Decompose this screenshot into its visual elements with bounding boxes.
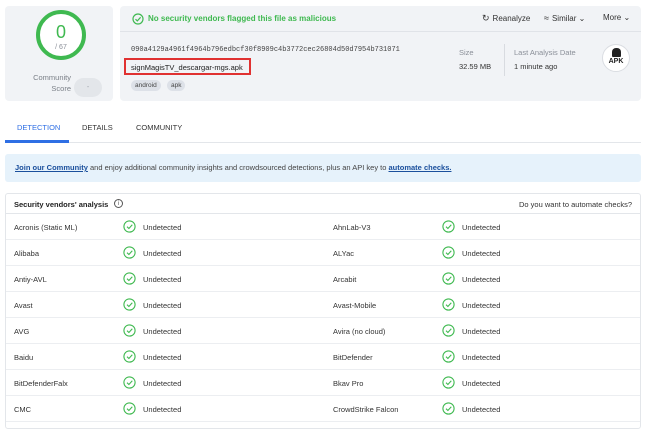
vendor-result: Undetected xyxy=(462,405,501,414)
size-label: Size xyxy=(459,48,474,57)
tag-apk[interactable]: apk xyxy=(167,80,186,91)
similar-button[interactable]: ≈ Similar ⌄ xyxy=(544,13,585,23)
vendor-name: AVG xyxy=(14,327,30,336)
vendor-result: Undetected xyxy=(143,223,182,232)
chevron-down-icon: ⌄ xyxy=(621,13,631,22)
vendor-result: Undetected xyxy=(143,353,182,362)
vendor-name: BitDefender xyxy=(333,353,373,362)
active-tab-indicator xyxy=(5,140,69,143)
vendor-name: AhnLab-V3 xyxy=(333,223,371,232)
vendor-name: Avira (no cloud) xyxy=(333,327,386,336)
vendor-name: Avast-Mobile xyxy=(333,301,377,310)
apk-file-type-icon: APK xyxy=(602,44,630,72)
check-circle-icon xyxy=(123,324,136,337)
vendor-name: CMC xyxy=(14,405,32,414)
vendor-name: Avast xyxy=(14,301,33,310)
table-row: BitDefenderFalx Undetected Bkav Pro Undetec… xyxy=(6,371,640,396)
check-circle-icon xyxy=(442,246,455,259)
community-vote-pill[interactable]: - xyxy=(74,78,102,97)
tab-bar: DETECTION DETAILS COMMUNITY xyxy=(5,113,641,143)
more-button[interactable]: More ⌄ xyxy=(603,13,630,22)
table-row: Alibaba Undetected ALYac Undetected xyxy=(6,241,640,266)
table-row: Avast Undetected Avast-Mobile Undetected xyxy=(6,293,640,318)
check-circle-icon xyxy=(123,402,136,415)
vendor-result: Undetected xyxy=(143,301,182,310)
detection-count: 0 xyxy=(55,22,66,42)
vendor-result: Undetected xyxy=(462,379,501,388)
table-row: Baidu Undetected BitDefender Undetected xyxy=(6,345,640,370)
verdict-bar: No security vendors flagged this file as… xyxy=(120,6,641,32)
table-row: CMC Undetected CrowdStrike Falcon Undetecte… xyxy=(6,397,640,422)
banner-text: and enjoy additional community insights … xyxy=(87,163,389,172)
check-circle-icon xyxy=(442,376,455,389)
tab-detection[interactable]: DETECTION xyxy=(17,123,60,132)
check-circle-icon xyxy=(442,272,455,285)
similar-icon: ≈ xyxy=(544,13,549,23)
join-community-link[interactable]: Join our Community xyxy=(15,163,88,172)
vendor-result: Undetected xyxy=(462,301,501,310)
vendor-result: Undetected xyxy=(143,275,182,284)
check-circle-icon xyxy=(442,220,455,233)
table-row: Acronis (Static ML) Undetected AhnLab-V3 Un… xyxy=(6,215,640,240)
meta-divider xyxy=(504,44,505,76)
refresh-icon: ↻ xyxy=(482,13,490,23)
reanalyze-button[interactable]: ↻ Reanalyze xyxy=(482,13,530,24)
verdict-message: No security vendors flagged this file as… xyxy=(148,14,337,23)
tag-android[interactable]: android xyxy=(131,80,161,91)
tab-community[interactable]: COMMUNITY xyxy=(136,123,182,132)
check-circle-icon xyxy=(123,298,136,311)
last-analysis-value: 1 minute ago xyxy=(514,62,558,71)
vendor-name: Baidu xyxy=(14,353,34,362)
vendor-name: Acronis (Static ML) xyxy=(14,223,78,232)
vendor-result: Undetected xyxy=(143,327,182,336)
vendor-name: Alibaba xyxy=(14,249,40,258)
chevron-down-icon: ⌄ xyxy=(576,14,586,23)
vendor-result: Undetected xyxy=(462,275,501,284)
community-banner: Join our Community and enjoy additional … xyxy=(5,154,641,182)
automate-checks-question[interactable]: Do you want to automate checks? xyxy=(519,200,632,209)
check-circle-icon xyxy=(123,350,136,363)
table-row: Antiy-AVL Undetected Arcabit Undetected xyxy=(6,267,640,292)
vendor-name: Bkav Pro xyxy=(333,379,364,388)
detection-total: / 67 xyxy=(55,44,67,51)
check-circle-icon xyxy=(442,298,455,311)
file-name: signMagisTV_descargar-mgs.apk xyxy=(131,63,243,72)
vendor-name: ALYac xyxy=(333,249,354,258)
vendors-analysis-table: Security vendors' analysis i Do you want… xyxy=(5,193,641,429)
file-hash[interactable]: 090a4129a4961f4964b796edbcf30f8909c4b377… xyxy=(131,46,400,54)
vendor-result: Undetected xyxy=(462,249,501,258)
vendor-result: Undetected xyxy=(143,249,182,258)
vendor-name: BitDefenderFalx xyxy=(14,379,68,388)
automate-checks-link[interactable]: automate checks. xyxy=(389,163,452,172)
community-score-label: Community Score xyxy=(33,73,71,93)
check-circle-icon xyxy=(442,324,455,337)
vendor-name: CrowdStrike Falcon xyxy=(333,405,399,414)
vendor-name: Antiy-AVL xyxy=(14,275,47,284)
tab-details[interactable]: DETAILS xyxy=(82,123,113,132)
vendor-result: Undetected xyxy=(143,405,182,414)
check-circle-icon xyxy=(123,220,136,233)
file-info-card: No security vendors flagged this file as… xyxy=(120,6,641,101)
community-score-card: 0 / 67 Community Score - xyxy=(5,6,113,101)
vendors-title: Security vendors' analysis xyxy=(14,200,109,209)
vendor-result: Undetected xyxy=(462,223,501,232)
table-row: AVG Undetected Avira (no cloud) Undetected xyxy=(6,319,640,344)
check-circle-icon xyxy=(123,246,136,259)
android-icon xyxy=(612,48,621,57)
last-analysis-label: Last Analysis Date xyxy=(514,48,576,57)
info-icon[interactable]: i xyxy=(114,199,123,208)
check-circle-icon xyxy=(442,350,455,363)
vendor-name: Arcabit xyxy=(333,275,357,284)
vendor-result: Undetected xyxy=(462,353,501,362)
check-circle-icon xyxy=(132,13,144,25)
detection-score-ring: 0 / 67 xyxy=(36,10,86,60)
vendor-result: Undetected xyxy=(462,327,501,336)
vendor-result: Undetected xyxy=(143,379,182,388)
check-circle-icon xyxy=(442,402,455,415)
check-circle-icon xyxy=(123,272,136,285)
vendors-header: Security vendors' analysis i Do you want… xyxy=(6,194,640,214)
check-circle-icon xyxy=(123,376,136,389)
size-value: 32.59 MB xyxy=(459,62,492,71)
